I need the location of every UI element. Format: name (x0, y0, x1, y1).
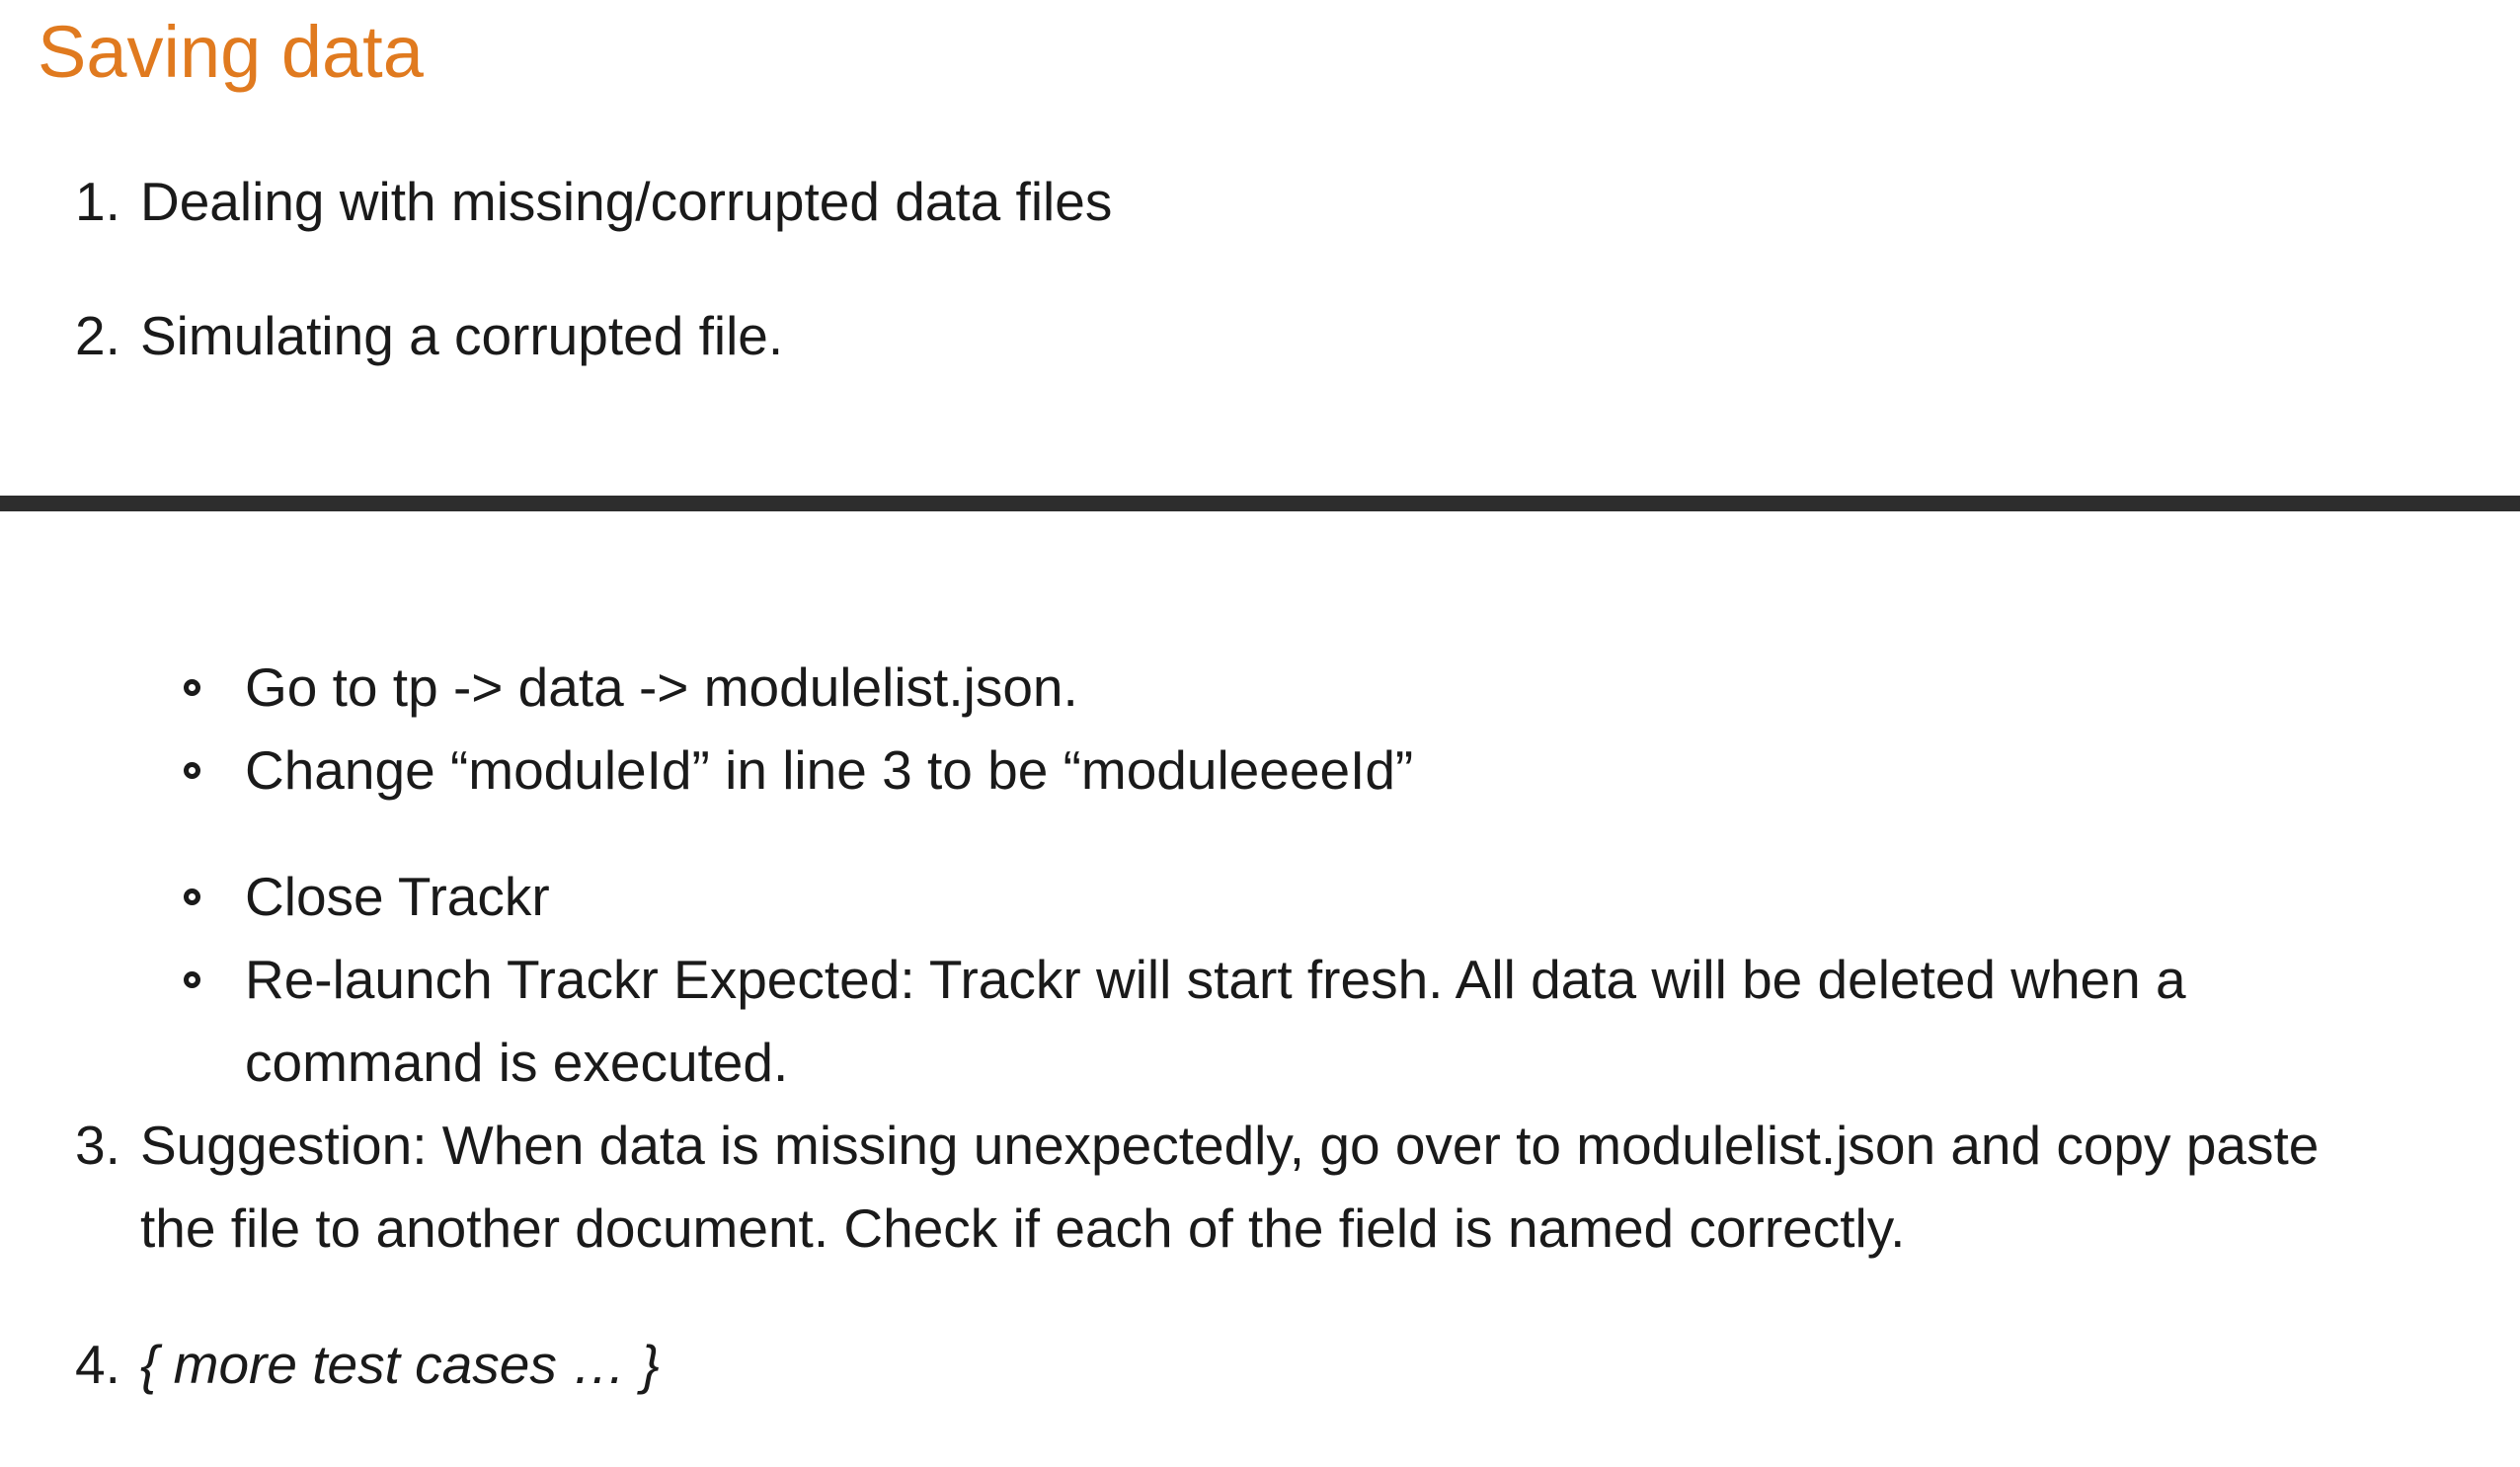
bullet-icon (184, 679, 200, 696)
bullet-icon (184, 762, 200, 779)
step-item-1: Go to tp -> data -> modulelist.json. (245, 656, 1078, 718)
horizontal-rule (0, 496, 2520, 511)
list-number-1: 1. (75, 171, 120, 232)
step-item-4-line-2: command is executed. (245, 1032, 789, 1093)
list-item-3-line-2: the file to another document. Check if e… (140, 1197, 1906, 1259)
step-item-4-line-1: Re-launch Trackr Expected: Trackr will s… (245, 949, 2186, 1010)
list-number-4: 4. (75, 1334, 120, 1395)
list-item-3-line-1: Suggestion: When data is missing unexpec… (140, 1115, 2320, 1176)
list-number-2: 2. (75, 305, 120, 366)
list-item-1: Dealing with missing/corrupted data file… (140, 171, 1113, 232)
list-item-2: Simulating a corrupted file. (140, 305, 784, 366)
list-number-3: 3. (75, 1115, 120, 1176)
step-item-3: Close Trackr (245, 866, 550, 927)
list-item-4: { more test cases … } (140, 1334, 660, 1395)
section-heading: Saving data (38, 11, 424, 93)
step-item-2: Change “moduleId” in line 3 to be “modul… (245, 739, 1414, 801)
bullet-icon (184, 971, 200, 988)
bullet-icon (184, 888, 200, 905)
